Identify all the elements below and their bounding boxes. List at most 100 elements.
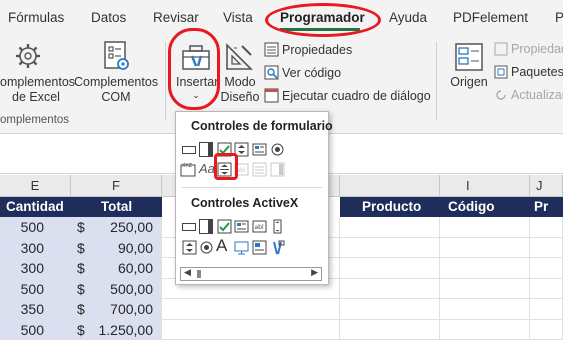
empty-cell[interactable] (340, 278, 440, 299)
empty-cell[interactable] (340, 217, 440, 238)
empty-cell[interactable] (440, 237, 530, 258)
column-header-j[interactable]: J (530, 175, 563, 197)
ver-codigo-button[interactable]: Ver código (264, 65, 341, 80)
activex-list-box-icon[interactable] (234, 219, 249, 233)
propiedad-label: Propiedad (511, 42, 563, 56)
total-amount: 250,00 (110, 219, 153, 235)
tab-vista[interactable]: Vista (223, 10, 253, 25)
form-button-control-icon[interactable] (182, 143, 196, 157)
cantidad-cell[interactable]: 350 (0, 299, 71, 320)
ejecutar-dialogo-button[interactable]: Ejecutar cuadro de diálogo (264, 88, 431, 103)
empty-cell[interactable] (162, 299, 340, 320)
dropdown-scrollbar[interactable]: ◀ ▶ (180, 267, 322, 281)
paquetes-expansion-button[interactable]: Paquetes d (494, 65, 563, 79)
total-cell[interactable]: $60,00 (71, 258, 162, 279)
activex-spin-button-icon[interactable] (182, 240, 197, 255)
modo-diseno-button[interactable]: Modo Diseño (218, 75, 262, 105)
column-header-h[interactable] (340, 175, 440, 197)
actualizar-datos-button[interactable]: Actualizar (494, 88, 563, 102)
activex-combo-box-icon[interactable] (199, 219, 213, 234)
tab-overflow[interactable]: P (555, 10, 563, 25)
annotation-box-scrollbar-control (214, 153, 238, 180)
empty-cell[interactable] (340, 319, 440, 340)
annotation-circle-programador (265, 3, 381, 37)
column-header-f[interactable]: F (71, 175, 162, 197)
cantidad-cell[interactable]: 500 (0, 319, 71, 340)
scroll-right-arrow-icon[interactable]: ▶ (311, 267, 318, 278)
cantidad-cell[interactable]: 500 (0, 217, 71, 238)
activex-text-box-icon[interactable]: abl (252, 219, 267, 233)
expansion-packs-icon (494, 65, 508, 79)
empty-cell[interactable] (530, 258, 563, 279)
activex-scroll-bar-icon[interactable] (270, 219, 284, 234)
header-codigo[interactable]: Código (440, 197, 530, 217)
cantidad-cell[interactable]: 300 (0, 237, 71, 258)
table-row: 500 $1.250,00 (0, 319, 563, 340)
total-amount: 60,00 (117, 260, 153, 276)
empty-cell[interactable] (530, 237, 563, 258)
form-combo-box-icon[interactable] (199, 142, 213, 157)
currency-symbol: $ (77, 219, 85, 235)
currency-symbol: $ (77, 321, 85, 338)
empty-cell[interactable] (530, 217, 563, 238)
total-cell[interactable]: $90,00 (71, 237, 162, 258)
header-precio[interactable]: Pr (530, 197, 563, 217)
design-mode-icon[interactable] (224, 42, 254, 72)
tab-formulas[interactable]: Fórmulas (8, 10, 64, 25)
activex-label-icon[interactable]: A (216, 237, 232, 255)
empty-cell[interactable] (440, 217, 530, 238)
column-header-e[interactable]: E (0, 175, 71, 197)
empty-cell[interactable] (530, 319, 563, 340)
total-amount: 500,00 (110, 280, 153, 297)
header-producto[interactable]: Producto (340, 197, 440, 217)
activex-command-button-icon[interactable] (182, 220, 196, 234)
total-cell[interactable]: $700,00 (71, 299, 162, 320)
propiedades-mapa-button[interactable]: Propiedad (494, 42, 563, 56)
empty-cell[interactable] (340, 237, 440, 258)
scroll-left-arrow-icon[interactable]: ◀ (184, 267, 191, 278)
empty-cell[interactable] (530, 278, 563, 299)
column-header-i[interactable]: I (440, 175, 530, 197)
complementos-excel-button[interactable]: omplementos de Excel (0, 75, 75, 105)
header-total[interactable]: Total (71, 197, 162, 217)
header-cantidad[interactable]: Cantidad (0, 197, 71, 217)
gear-icon[interactable] (14, 42, 42, 70)
total-cell[interactable]: $1.250,00 (71, 319, 162, 340)
origen-button[interactable]: Origen (446, 75, 492, 90)
total-amount: 90,00 (117, 239, 153, 256)
form-list-box-icon[interactable] (252, 142, 267, 156)
empty-cell[interactable] (440, 319, 530, 340)
currency-symbol: $ (77, 301, 85, 317)
tab-datos[interactable]: Datos (91, 10, 126, 25)
group-caption-complementos: omplementos (0, 114, 70, 126)
empty-cell[interactable] (162, 319, 340, 340)
empty-cell[interactable] (340, 258, 440, 279)
cantidad-cell[interactable]: 300 (0, 258, 71, 279)
activex-toggle-button-icon[interactable] (252, 240, 267, 255)
tab-revisar[interactable]: Revisar (153, 10, 199, 25)
svg-text:XYZ: XYZ (182, 163, 192, 169)
source-icon[interactable] (454, 42, 484, 72)
activex-option-button-icon[interactable] (199, 240, 213, 254)
tab-pdfelement[interactable]: PDFelement (453, 10, 528, 25)
activex-check-box-icon[interactable] (217, 219, 232, 234)
cantidad-cell[interactable]: 500 (0, 278, 71, 299)
com-addins-icon[interactable] (103, 40, 131, 72)
more-controls-icon[interactable] (270, 240, 285, 255)
activex-image-icon[interactable] (234, 240, 249, 255)
empty-cell[interactable] (530, 299, 563, 320)
empty-cell[interactable] (440, 278, 530, 299)
tab-ayuda[interactable]: Ayuda (389, 10, 427, 25)
empty-cell[interactable] (340, 299, 440, 320)
empty-cell[interactable] (440, 299, 530, 320)
total-cell[interactable]: $250,00 (71, 217, 162, 238)
combo-list-edit-icon (252, 162, 267, 177)
propiedades-button[interactable]: Propiedades (264, 42, 352, 57)
complementos-com-button[interactable]: Complementos COM (74, 75, 158, 105)
ribbon-group-divider (165, 42, 166, 120)
scroll-thumb[interactable] (197, 270, 201, 278)
form-option-button-icon[interactable] (270, 142, 284, 156)
total-cell[interactable]: $500,00 (71, 278, 162, 299)
form-group-box-icon[interactable]: XYZ (180, 161, 196, 177)
empty-cell[interactable] (440, 258, 530, 279)
